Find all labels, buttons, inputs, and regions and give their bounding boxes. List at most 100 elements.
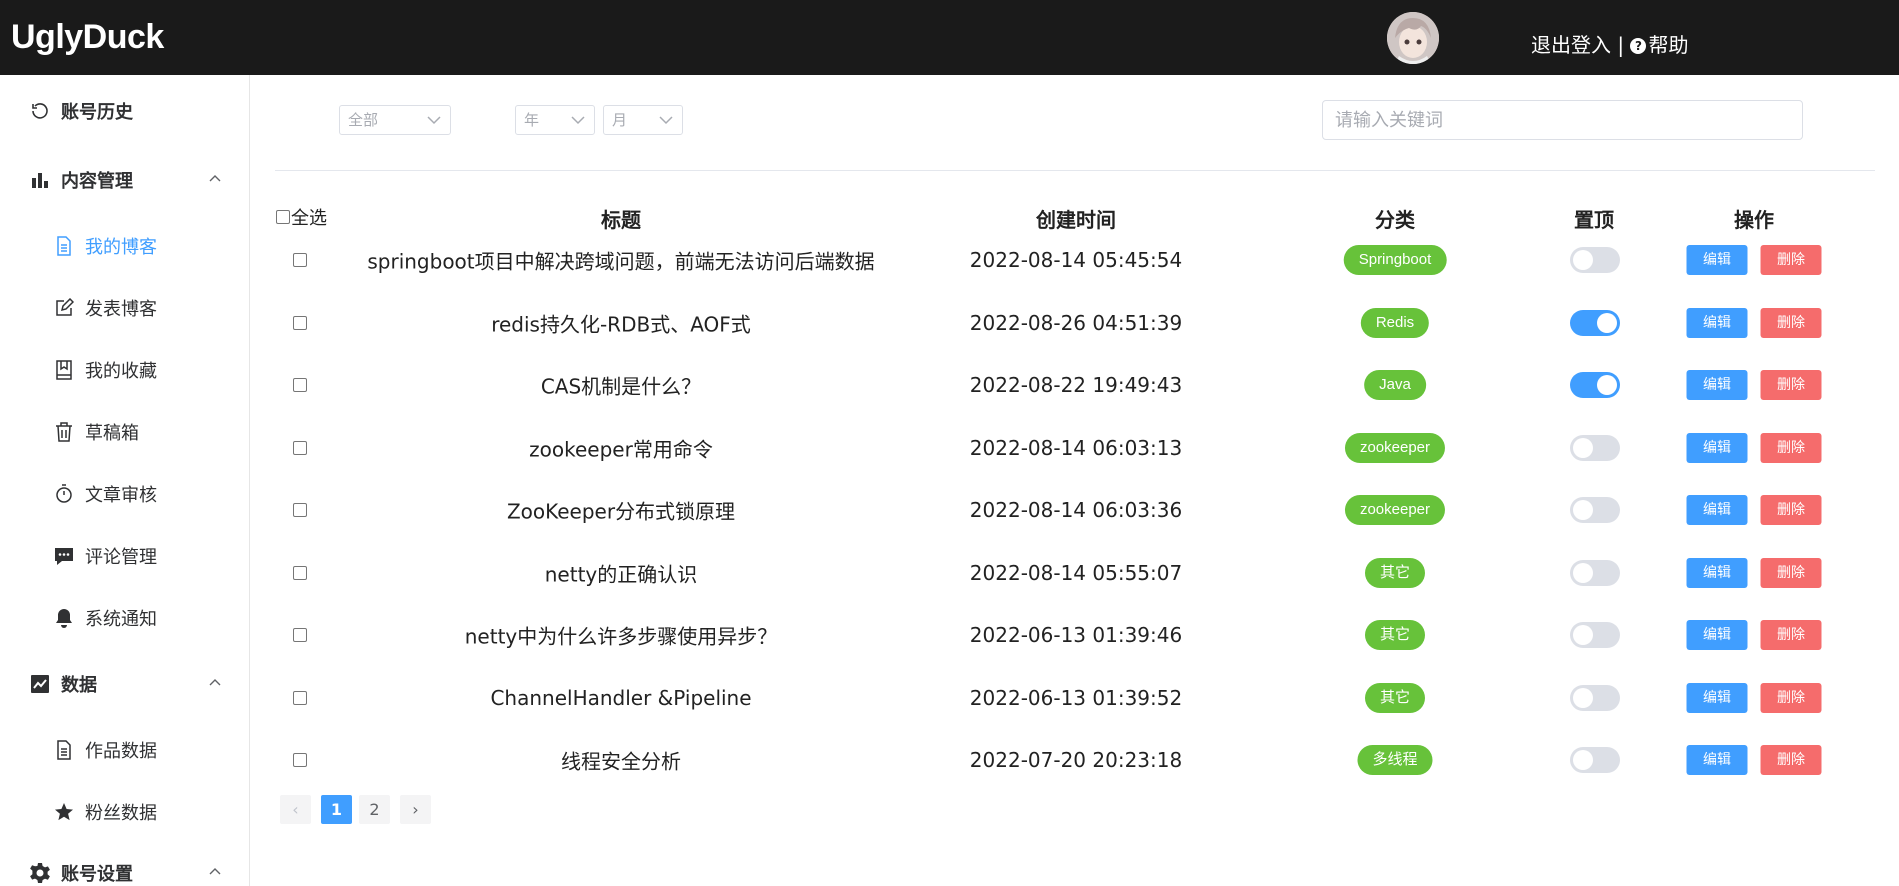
pin-toggle[interactable] — [1570, 247, 1620, 273]
filter-divider — [275, 170, 1875, 171]
year-select-value: 年 — [524, 111, 540, 129]
created-time: 2022-08-14 05:45:54 — [969, 248, 1183, 272]
select-all-checkbox[interactable] — [276, 210, 290, 224]
row-checkbox[interactable] — [293, 440, 307, 455]
sidebar-item-label: 系统通知 — [85, 609, 157, 630]
row-checkbox[interactable] — [293, 253, 307, 267]
help-link[interactable]: ? 帮助 — [1630, 33, 1688, 57]
bookmark-icon — [53, 359, 75, 381]
table-row: 线程安全分析 2022-07-20 20:23:18 多线程 编辑 删除 — [275, 729, 1875, 791]
sidebar-item-account-history[interactable]: 账号历史 — [0, 86, 249, 136]
pin-toggle[interactable] — [1570, 622, 1620, 648]
created-time: 2022-08-22 19:49:43 — [969, 373, 1183, 397]
delete-button[interactable]: 删除 — [1760, 432, 1822, 463]
pin-toggle[interactable] — [1570, 559, 1620, 586]
row-checkbox[interactable] — [293, 753, 307, 767]
category-select-value: 全部 — [348, 111, 379, 129]
blog-title[interactable]: CAS机制是什么？ — [541, 371, 701, 400]
row-checkbox[interactable] — [293, 565, 307, 580]
category-select[interactable]: 全部 — [339, 105, 451, 135]
row-checkbox[interactable] — [293, 315, 307, 330]
page-button-2[interactable]: 2 — [359, 795, 390, 824]
page-button-1[interactable]: 1 — [321, 795, 352, 824]
blog-title[interactable]: ChannelHandler &Pipeline — [490, 686, 751, 710]
sidebar-item-label: 评论管理 — [85, 547, 157, 568]
edit-icon — [53, 297, 75, 319]
timer-icon — [53, 483, 75, 505]
delete-button[interactable]: 删除 — [1760, 370, 1822, 400]
trash-icon — [53, 421, 75, 443]
sidebar-item-account-settings[interactable]: 账号设置 — [0, 848, 249, 886]
search-input[interactable] — [1322, 100, 1803, 140]
top-header: UglyDuck 退出登入 | ? 帮助 — [0, 0, 1899, 75]
bar-chart-icon — [29, 169, 51, 191]
pin-toggle[interactable] — [1570, 684, 1620, 711]
pin-toggle[interactable] — [1570, 497, 1620, 523]
next-page-button[interactable]: › — [400, 795, 431, 824]
delete-button[interactable]: 删除 — [1760, 245, 1822, 275]
blog-title[interactable]: ZooKeeper分布式锁原理 — [507, 496, 735, 525]
created-time: 2022-08-14 05:55:07 — [969, 560, 1183, 585]
sidebar: 账号历史 内容管理 我的博客 发表博客 我的收藏 草稿箱 文章审核 评论管理 系… — [0, 75, 250, 886]
sidebar-item-content-management[interactable]: 内容管理 — [0, 155, 249, 205]
edit-button[interactable]: 编辑 — [1686, 307, 1748, 338]
row-checkbox[interactable] — [293, 378, 307, 392]
header-separator: | — [1617, 33, 1625, 57]
year-select[interactable]: 年 — [515, 105, 595, 135]
sidebar-item-label: 数据 — [61, 675, 97, 696]
blog-title[interactable]: netty的正确认识 — [545, 558, 698, 587]
user-avatar[interactable] — [1387, 12, 1439, 64]
sidebar-item-data[interactable]: 数据 — [0, 659, 249, 709]
sidebar-item-publish-blog[interactable]: 发表博客 — [0, 283, 249, 333]
edit-button[interactable]: 编辑 — [1686, 557, 1748, 588]
blog-title[interactable]: redis持久化-RDB式、AOF式 — [491, 308, 751, 337]
row-checkbox[interactable] — [293, 503, 307, 517]
row-checkbox[interactable] — [293, 690, 307, 705]
edit-button[interactable]: 编辑 — [1686, 495, 1748, 525]
sidebar-item-label: 我的博客 — [85, 237, 157, 258]
month-select[interactable]: 月 — [603, 105, 683, 135]
sidebar-item-my-favorites[interactable]: 我的收藏 — [0, 345, 249, 395]
sidebar-item-drafts[interactable]: 草稿箱 — [0, 407, 249, 457]
help-label: 帮助 — [1648, 33, 1689, 57]
delete-button[interactable]: 删除 — [1760, 620, 1822, 650]
table-row: CAS机制是什么？ 2022-08-22 19:49:43 Java 编辑 删除 — [275, 354, 1875, 416]
help-icon: ? — [1630, 38, 1647, 54]
sidebar-item-comment-management[interactable]: 评论管理 — [0, 531, 249, 581]
edit-button[interactable]: 编辑 — [1686, 682, 1748, 713]
prev-page-button[interactable]: ‹ — [280, 795, 311, 824]
app-logo[interactable]: UglyDuck — [11, 18, 164, 57]
delete-button[interactable]: 删除 — [1760, 307, 1822, 338]
select-all-label: 全选 — [291, 208, 327, 229]
blog-title[interactable]: 线程安全分析 — [561, 746, 681, 775]
pin-toggle[interactable] — [1570, 434, 1620, 461]
edit-button[interactable]: 编辑 — [1686, 432, 1748, 463]
table-row: ZooKeeper分布式锁原理 2022-08-14 06:03:36 zookee… — [275, 479, 1875, 541]
pin-toggle[interactable] — [1570, 309, 1620, 336]
edit-button[interactable]: 编辑 — [1686, 620, 1748, 650]
delete-button[interactable]: 删除 — [1760, 745, 1822, 775]
category-tag: zookeeper — [1344, 432, 1446, 463]
pin-toggle[interactable] — [1570, 747, 1620, 773]
delete-button[interactable]: 删除 — [1760, 557, 1822, 588]
edit-button[interactable]: 编辑 — [1686, 370, 1748, 400]
select-all[interactable]: 全选 — [276, 204, 327, 230]
sidebar-item-article-review[interactable]: 文章审核 — [0, 469, 249, 519]
sidebar-item-works-data[interactable]: 作品数据 — [0, 725, 249, 775]
pin-toggle[interactable] — [1570, 372, 1620, 398]
delete-button[interactable]: 删除 — [1760, 682, 1822, 713]
sidebar-item-my-blog[interactable]: 我的博客 — [0, 221, 249, 271]
edit-button[interactable]: 编辑 — [1686, 245, 1748, 275]
bell-icon — [53, 607, 75, 629]
delete-button[interactable]: 删除 — [1760, 495, 1822, 525]
blog-title[interactable]: zookeeper常用命令 — [529, 433, 713, 462]
sidebar-item-fans-data[interactable]: 粉丝数据 — [0, 787, 249, 837]
logout-link[interactable]: 退出登入 — [1531, 33, 1611, 57]
sidebar-item-system-notice[interactable]: 系统通知 — [0, 593, 249, 643]
history-icon — [29, 100, 51, 122]
row-checkbox[interactable] — [293, 628, 307, 642]
edit-button[interactable]: 编辑 — [1686, 745, 1748, 775]
chevron-down-icon — [659, 116, 673, 125]
blog-title[interactable]: netty中为什么许多步骤使用异步？ — [465, 621, 778, 650]
blog-title[interactable]: springboot项目中解决跨域问题，前端无法访问后端数据 — [367, 246, 874, 275]
